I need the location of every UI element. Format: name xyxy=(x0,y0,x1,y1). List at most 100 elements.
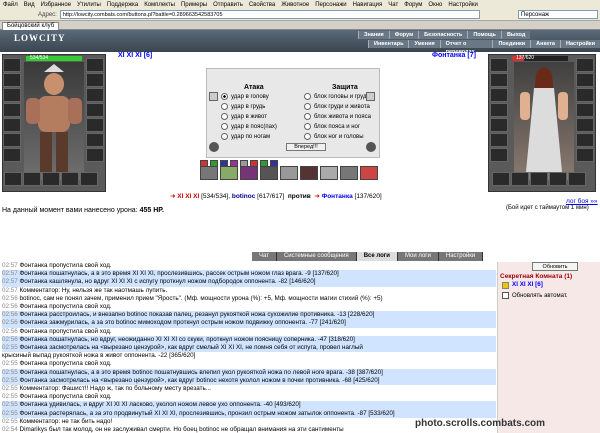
room-member[interactable]: XI XI XI [6] xyxy=(512,281,543,288)
item-slot[interactable] xyxy=(511,172,529,186)
menu-item[interactable]: Вид xyxy=(24,2,35,8)
left-name-text[interactable]: XI XI XI xyxy=(118,52,142,59)
tab-combats[interactable]: Бойцовский клуб xyxy=(2,22,60,30)
item-slot[interactable] xyxy=(4,172,22,186)
item-slot[interactable] xyxy=(530,172,548,186)
skill-icon[interactable] xyxy=(320,166,338,180)
earring-slot[interactable] xyxy=(86,58,104,72)
defend-option[interactable]: блок груди и живота xyxy=(304,103,370,110)
right-name-text[interactable]: Фонтанка xyxy=(432,52,465,59)
armor-slot[interactable] xyxy=(3,88,21,102)
nav-link[interactable]: Знания xyxy=(358,31,389,39)
skill-icon[interactable] xyxy=(200,166,218,180)
skill-icon[interactable] xyxy=(340,166,358,180)
earring-slot[interactable] xyxy=(576,58,594,72)
ring-slot-2[interactable] xyxy=(3,133,21,147)
log-tab[interactable]: Системные сообщения xyxy=(276,252,357,261)
attack-radio[interactable] xyxy=(221,123,228,130)
legs-slot[interactable] xyxy=(86,118,104,132)
item-slot[interactable] xyxy=(61,172,79,186)
menu-item[interactable]: Избранное xyxy=(41,2,71,8)
menu-item[interactable]: Персонажи xyxy=(315,2,346,8)
defend-option[interactable]: блок пояса и ног xyxy=(304,123,360,130)
gloves-slot[interactable] xyxy=(576,88,594,102)
item-slot[interactable] xyxy=(492,172,510,186)
nav-link[interactable]: Безопасность xyxy=(418,31,468,39)
fighter-1-name[interactable]: XI XI XI xyxy=(177,193,199,200)
gloves-slot[interactable] xyxy=(86,88,104,102)
address-input[interactable]: http://lowcity.combats.com/buttons.pl?ba… xyxy=(59,10,480,19)
defend-option[interactable]: блок ног и головы xyxy=(304,133,364,140)
weapon-slot[interactable] xyxy=(3,73,21,87)
belt-slot[interactable] xyxy=(490,103,508,117)
left-fighter-name[interactable]: XI XI XI [6] xyxy=(118,52,152,59)
nav-link[interactable]: Инвентарь xyxy=(368,40,409,48)
auto-refresh-option[interactable]: Обновлять автомат. xyxy=(502,292,568,299)
necklace-slot[interactable] xyxy=(576,73,594,87)
auto-refresh-checkbox[interactable] xyxy=(502,292,509,299)
belt-slot[interactable] xyxy=(3,103,21,117)
attack-radio[interactable] xyxy=(221,93,228,100)
nav-link[interactable]: Отчет о переводах xyxy=(439,40,493,55)
skill-icon[interactable] xyxy=(300,166,318,180)
menu-item[interactable]: Свойства xyxy=(249,2,275,8)
nav-link[interactable]: Поединки xyxy=(492,40,531,48)
boots-slot[interactable] xyxy=(3,148,21,162)
attack-option[interactable]: удар в грудь xyxy=(221,103,265,110)
item-slot[interactable] xyxy=(80,172,98,186)
armor-slot[interactable] xyxy=(490,88,508,102)
item-slot[interactable] xyxy=(23,172,41,186)
attack-radio[interactable] xyxy=(221,133,228,140)
attack-option[interactable]: удар в пояс(пах) xyxy=(221,123,277,130)
shield-slot[interactable] xyxy=(576,103,594,117)
search-input[interactable]: Персонаж xyxy=(518,10,598,19)
defend-radio[interactable] xyxy=(304,113,311,120)
helmet-slot[interactable] xyxy=(3,58,21,72)
shield-slot[interactable] xyxy=(86,103,104,117)
slot-extra-2[interactable] xyxy=(86,148,104,162)
fighter-2-name[interactable]: botinoc xyxy=(232,193,255,200)
nav-link[interactable]: Умения xyxy=(408,40,440,48)
attack-option[interactable]: удар по ногам xyxy=(221,133,270,140)
attack-option[interactable]: удар в живот xyxy=(221,113,267,120)
menu-item[interactable]: Отправить xyxy=(213,2,243,8)
attack-radio[interactable] xyxy=(221,113,228,120)
menu-item[interactable]: Примеры xyxy=(181,2,207,8)
defend-radio[interactable] xyxy=(304,123,311,130)
skill-icon[interactable] xyxy=(240,166,258,180)
nav-link[interactable]: Форум xyxy=(388,31,419,39)
battle-log-link[interactable]: лог боя »» xyxy=(566,198,598,205)
attack-radio[interactable] xyxy=(221,103,228,110)
item-slot[interactable] xyxy=(549,172,567,186)
defend-option[interactable]: блок живота и пояса xyxy=(304,113,371,120)
go-button[interactable]: Вперед!!! xyxy=(286,143,326,151)
log-tab[interactable]: Чат xyxy=(252,252,277,261)
nav-link[interactable]: Выход xyxy=(500,31,531,39)
ring-slot[interactable] xyxy=(490,118,508,132)
defend-radio[interactable] xyxy=(304,133,311,140)
skill-icon[interactable] xyxy=(260,166,278,180)
menu-item[interactable]: Форум xyxy=(404,2,422,8)
skill-icon[interactable] xyxy=(360,166,378,180)
ring-slot[interactable] xyxy=(3,118,21,132)
slot-extra[interactable] xyxy=(86,133,104,147)
necklace-slot[interactable] xyxy=(86,73,104,87)
skill-icon[interactable] xyxy=(280,166,298,180)
right-fighter-name[interactable]: Фонтанка [7] xyxy=(432,52,476,59)
nav-link[interactable]: Анкета xyxy=(530,40,560,48)
menu-item[interactable]: Чат xyxy=(388,2,398,8)
skill-icon[interactable] xyxy=(220,166,238,180)
refresh-button[interactable]: Обновить xyxy=(532,262,578,271)
defend-radio[interactable] xyxy=(304,103,311,110)
menu-item[interactable]: Файл xyxy=(3,2,18,8)
nav-link[interactable]: Настройки xyxy=(559,40,600,48)
helmet-slot[interactable] xyxy=(490,58,508,72)
log-tab[interactable]: Настройки xyxy=(438,252,484,261)
boots-slot[interactable] xyxy=(490,148,508,162)
log-tab[interactable]: Мои логи xyxy=(397,252,439,261)
slot-extra-2[interactable] xyxy=(576,148,594,162)
weapon-slot[interactable] xyxy=(490,73,508,87)
menu-item[interactable]: Навигация xyxy=(353,2,383,8)
nav-link[interactable]: Помощь xyxy=(467,31,501,39)
menu-item[interactable]: Настройки xyxy=(448,2,477,8)
